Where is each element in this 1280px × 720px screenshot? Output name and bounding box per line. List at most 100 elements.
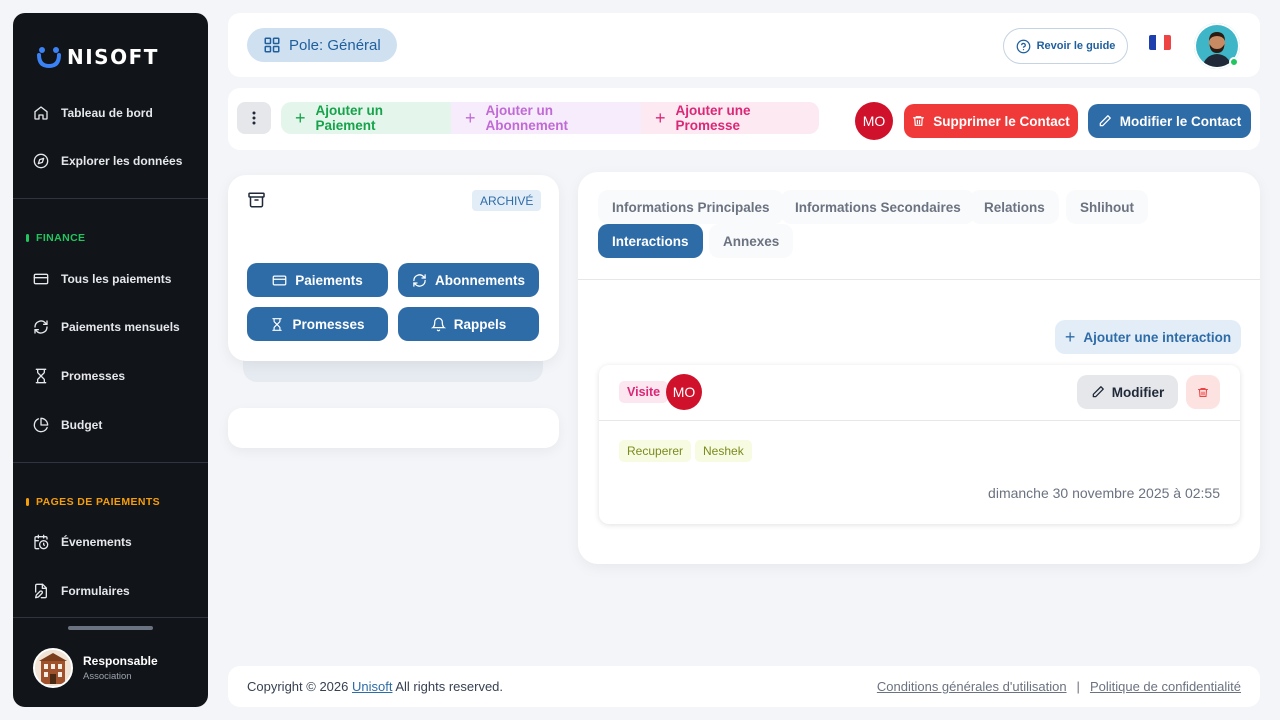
copyright: Copyright © 2026 Unisoft All rights rese… — [247, 679, 503, 694]
pencil-icon — [1092, 386, 1104, 398]
sidebar-item-label: Promesses — [61, 369, 126, 383]
contact-action-bar: + Ajouter un Paiement + Ajouter un Abonn… — [228, 88, 1260, 150]
add-interaction-label: Ajouter une interaction — [1083, 329, 1232, 345]
top-header: Pole: Général Revoir le guide — [228, 13, 1260, 77]
refresh-icon — [34, 320, 48, 334]
empty-card — [228, 408, 559, 448]
footer: Copyright © 2026 Unisoft All rights rese… — [228, 666, 1260, 707]
edit-contact-button[interactable]: Modifier le Contact — [1088, 104, 1251, 138]
tab-interactions[interactable]: Interactions — [598, 224, 703, 258]
sidebar-item-label: Formulaires — [61, 584, 130, 598]
edit-contact-label: Modifier le Contact — [1119, 113, 1242, 129]
plus-icon: + — [465, 108, 476, 128]
brand-name: NISOFT — [67, 45, 159, 69]
tab-relations[interactable]: Relations — [970, 190, 1059, 224]
sidebar-item-label: Explorer les données — [61, 154, 183, 168]
guide-button[interactable]: Revoir le guide — [1003, 28, 1128, 64]
delete-interaction-button[interactable] — [1186, 375, 1220, 409]
hourglass-icon — [35, 368, 47, 384]
pole-selector[interactable]: Pole: Général — [247, 28, 397, 62]
tab-main-info[interactable]: Informations Principales — [598, 190, 784, 224]
sidebar-item-explore[interactable]: Explorer les données — [33, 149, 193, 173]
copyright-text: Copyright © 2026 — [247, 679, 349, 694]
sidebar-item-label: Paiements mensuels — [61, 320, 180, 334]
subscriptions-button[interactable]: Abonnements — [398, 263, 539, 297]
more-options-button[interactable] — [237, 102, 271, 134]
divider — [13, 617, 208, 618]
archived-badge: ARCHIVÉ — [472, 190, 542, 211]
plus-icon: + — [295, 108, 306, 128]
sidebar-item-budget[interactable]: Budget — [33, 413, 193, 437]
brand-logo[interactable]: NISOFT — [37, 45, 159, 69]
add-subscription-label: Ajouter un Abonnement — [485, 103, 569, 133]
compass-icon — [33, 153, 49, 169]
rights-text: All rights reserved. — [395, 679, 504, 694]
add-subscription-button[interactable]: + Ajouter un Abonnement — [451, 102, 641, 134]
add-promise-button[interactable]: + Ajouter une Promesse — [641, 102, 819, 134]
contact-details-panel: Informations Principales Informations Se… — [578, 172, 1260, 564]
user-role: Association — [83, 671, 132, 682]
section-marker — [26, 234, 29, 242]
interaction-type-badge: Visite — [619, 381, 669, 403]
pole-label: Pole: Général — [289, 36, 381, 54]
finance-card: ARCHIVÉ Paiements Abonnements Promesses … — [228, 175, 559, 361]
section-title: FINANCE — [36, 232, 86, 244]
pie-chart-icon — [33, 417, 49, 433]
terms-link[interactable]: Conditions générales d'utilisation — [877, 679, 1067, 694]
sidebar: NISOFT Tableau de bord Explorer les donn… — [13, 13, 208, 707]
online-status-dot — [1229, 57, 1239, 67]
refresh-icon — [413, 273, 426, 287]
pencil-icon — [1099, 115, 1111, 127]
legal-links: Conditions générales d'utilisation | Pol… — [877, 679, 1241, 694]
tab-annexes[interactable]: Annexes — [709, 224, 794, 258]
sidebar-item-monthly-payments[interactable]: Paiements mensuels — [33, 315, 193, 339]
payments-button[interactable]: Paiements — [247, 263, 388, 297]
user-profile[interactable]: Responsable Association — [33, 648, 158, 688]
more-vertical-icon — [252, 111, 256, 125]
sidebar-item-dashboard[interactable]: Tableau de bord — [33, 101, 193, 125]
help-circle-icon — [1016, 39, 1030, 53]
sidebar-item-forms[interactable]: Formulaires — [33, 579, 193, 603]
sidebar-item-label: Budget — [61, 418, 103, 432]
association-avatar — [33, 648, 73, 688]
modify-label: Modifier — [1111, 384, 1165, 400]
reminders-button[interactable]: Rappels — [398, 307, 539, 341]
sidebar-item-all-payments[interactable]: Tous les paiements — [33, 267, 193, 291]
sidebar-item-promises[interactable]: Promesses — [33, 364, 193, 388]
promises-label: Promesses — [292, 316, 365, 332]
tab-secondary-info[interactable]: Informations Secondaires — [781, 190, 975, 224]
plus-icon: + — [1064, 327, 1076, 347]
add-payment-label: Ajouter un Paiement — [315, 103, 384, 133]
interaction-card: Visite MO Modifier Recuperer Neshek dima… — [599, 365, 1240, 524]
archive-icon — [248, 192, 265, 208]
unisoft-logo-icon — [37, 47, 61, 68]
divider — [13, 462, 208, 463]
tab-shlihout[interactable]: Shlihout — [1066, 190, 1148, 224]
privacy-link[interactable]: Politique de confidentialité — [1090, 679, 1241, 694]
user-info: Responsable Association — [83, 654, 158, 682]
scroll-handle[interactable] — [68, 626, 153, 630]
grid-icon — [264, 37, 280, 53]
section-finance: FINANCE — [26, 232, 85, 244]
bell-icon — [430, 317, 446, 331]
sidebar-item-events[interactable]: Évenements — [33, 530, 193, 554]
divider — [13, 198, 208, 199]
hourglass-icon — [272, 317, 283, 331]
promises-button[interactable]: Promesses — [247, 307, 388, 341]
user-avatar[interactable] — [1194, 23, 1240, 69]
company-link[interactable]: Unisoft — [352, 679, 392, 694]
modify-interaction-button[interactable]: Modifier — [1077, 375, 1178, 409]
add-payment-button[interactable]: + Ajouter un Paiement — [281, 102, 451, 134]
file-edit-icon — [35, 583, 47, 599]
reminders-label: Rappels — [453, 316, 507, 332]
subscriptions-label: Abonnements — [434, 272, 525, 288]
delete-contact-button[interactable]: Supprimer le Contact — [904, 104, 1078, 138]
section-payment-pages: PAGES DE PAIEMENTS — [26, 496, 160, 508]
language-flag-fr-icon[interactable] — [1149, 35, 1171, 50]
divider — [599, 420, 1240, 421]
sidebar-item-label: Tous les paiements — [61, 272, 172, 286]
add-interaction-button[interactable]: + Ajouter une interaction — [1055, 320, 1241, 354]
footer-separator: | — [1076, 679, 1080, 694]
interaction-date: dimanche 30 novembre 2025 à 02:55 — [988, 485, 1220, 501]
delete-contact-label: Supprimer le Contact — [933, 113, 1070, 129]
